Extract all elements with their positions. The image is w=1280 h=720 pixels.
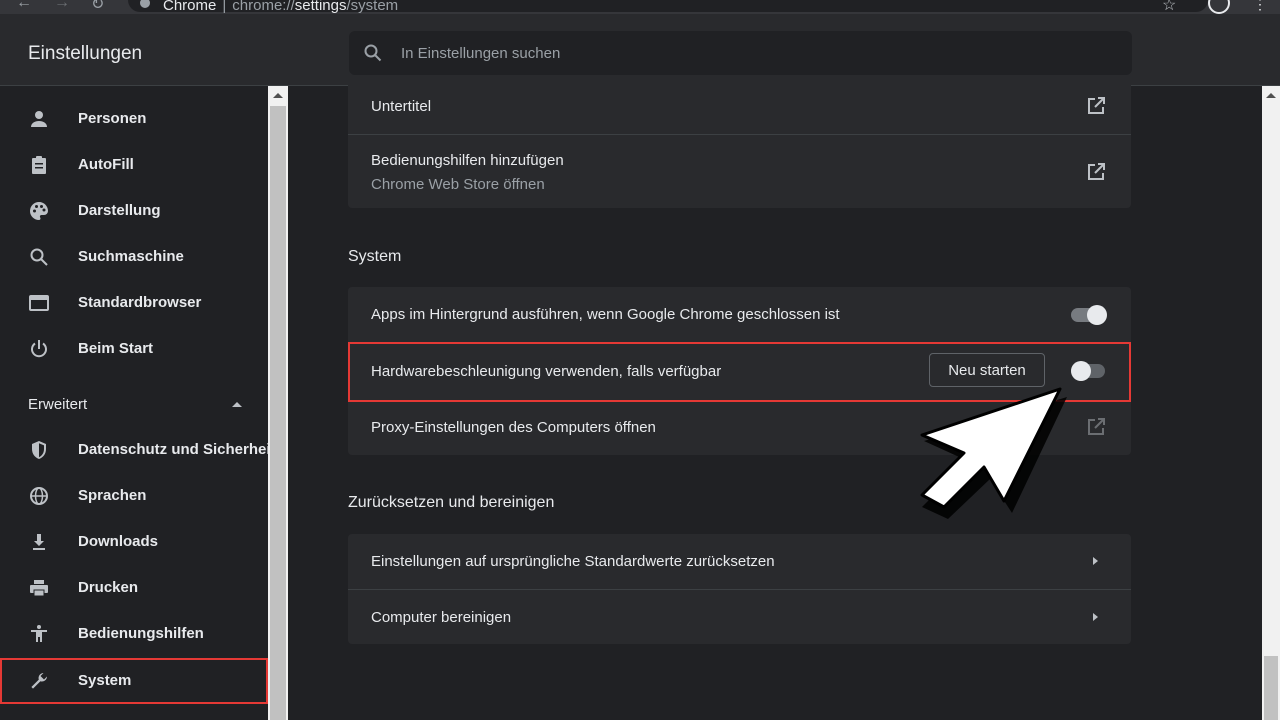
captions-row[interactable]: Untertitel bbox=[348, 78, 1131, 134]
sidebar: Personen AutoFill Darstellung Suchmaschi… bbox=[0, 86, 276, 720]
sidebar-item-label: Suchmaschine bbox=[78, 248, 184, 265]
shield-icon bbox=[32, 441, 46, 459]
hardware-acceleration-toggle[interactable] bbox=[1071, 361, 1107, 381]
chevron-right-icon bbox=[1093, 613, 1098, 621]
search-placeholder: In Einstellungen suchen bbox=[401, 45, 561, 62]
sidebar-item-label: Personen bbox=[78, 110, 147, 127]
url-text: chrome://settings/system bbox=[232, 0, 399, 14]
address-bar[interactable]: Chrome | chrome://settings/system bbox=[128, 0, 1208, 14]
scrollbar-thumb[interactable] bbox=[1264, 656, 1278, 720]
sidebar-item-standardbrowser[interactable]: Standardbrowser bbox=[0, 280, 268, 326]
chrome-icon bbox=[140, 0, 150, 8]
sidebar-item-label: Drucken bbox=[78, 579, 139, 596]
scroll-up-arrow-icon[interactable] bbox=[1266, 93, 1276, 98]
sidebar-item-label: Datenschutz und Sicherheit bbox=[78, 441, 276, 458]
search-icon bbox=[364, 44, 382, 62]
sidebar-item-label: System bbox=[78, 672, 132, 689]
cleanup-computer-row[interactable]: Computer bereinigen bbox=[348, 589, 1131, 644]
sidebar-item-sprachen[interactable]: Sprachen bbox=[0, 473, 268, 519]
reset-card: Einstellungen auf ursprüngliche Standard… bbox=[348, 534, 1131, 644]
pointer-arrow-icon bbox=[920, 387, 1067, 519]
browser-window-icon bbox=[29, 295, 49, 311]
power-icon bbox=[31, 340, 47, 358]
add-accessibility-row[interactable]: Bedienungshilfen hinzufügen Chrome Web S… bbox=[348, 134, 1131, 208]
sidebar-item-darstellung[interactable]: Darstellung bbox=[0, 188, 268, 234]
settings-header: Einstellungen In Einstellungen suchen bbox=[0, 14, 1280, 86]
main-scrollbar[interactable] bbox=[1262, 86, 1280, 720]
restart-button[interactable]: Neu starten bbox=[929, 353, 1045, 387]
sidebar-item-suchmaschine[interactable]: Suchmaschine bbox=[0, 234, 268, 280]
palette-icon bbox=[30, 202, 48, 220]
forward-icon[interactable]: → bbox=[54, 0, 70, 12]
background-apps-row[interactable]: Apps im Hintergrund ausführen, wenn Goog… bbox=[348, 287, 1131, 342]
sidebar-item-label: Sprachen bbox=[78, 487, 147, 504]
row-title: Untertitel bbox=[371, 98, 432, 115]
sidebar-item-label: Bedienungshilfen bbox=[78, 625, 204, 642]
browser-toolbar: ← → ↻ Chrome | chrome://settings/system ☆ … bbox=[0, 0, 1280, 14]
clipboard-icon bbox=[32, 156, 46, 174]
person-icon bbox=[31, 111, 47, 127]
row-title: Bedienungshilfen hinzufügen bbox=[371, 152, 564, 169]
sidebar-item-label: Downloads bbox=[78, 533, 159, 550]
section-title-reset: Zurücksetzen und bereinigen bbox=[348, 494, 555, 511]
open-external-icon[interactable] bbox=[1087, 97, 1105, 115]
open-external-icon[interactable] bbox=[1087, 418, 1105, 436]
accessibility-icon bbox=[31, 625, 47, 642]
scroll-up-arrow-icon[interactable] bbox=[273, 93, 283, 98]
wrench-icon bbox=[31, 673, 47, 689]
background-apps-toggle[interactable] bbox=[1071, 305, 1107, 325]
sidebar-item-label: AutoFill bbox=[78, 156, 134, 173]
tab-title: Chrome bbox=[163, 0, 217, 14]
open-external-icon[interactable] bbox=[1087, 163, 1105, 181]
row-title: Einstellungen auf ursprüngliche Standard… bbox=[371, 553, 775, 570]
reset-settings-row[interactable]: Einstellungen auf ursprüngliche Standard… bbox=[348, 534, 1131, 589]
sidebar-item-personen[interactable]: Personen bbox=[0, 96, 268, 142]
sidebar-item-label: Standardbrowser bbox=[78, 294, 202, 311]
row-title: Hardwarebeschleunigung verwenden, falls … bbox=[371, 363, 722, 380]
printer-icon bbox=[30, 580, 48, 597]
sidebar-item-autofill[interactable]: AutoFill bbox=[0, 142, 268, 188]
sidebar-item-label: Darstellung bbox=[78, 202, 161, 219]
back-icon[interactable]: ← bbox=[16, 0, 32, 12]
toggle-knob bbox=[1071, 361, 1091, 381]
search-icon bbox=[30, 248, 48, 266]
advanced-section-header[interactable]: Erweitert bbox=[28, 396, 87, 413]
sidebar-item-beim-start[interactable]: Beim Start bbox=[0, 326, 268, 372]
account-icon[interactable] bbox=[1208, 0, 1230, 14]
sidebar-item-downloads[interactable]: Downloads bbox=[0, 519, 268, 565]
sidebar-item-label: Beim Start bbox=[78, 340, 154, 357]
download-icon bbox=[33, 534, 45, 550]
accessibility-card: Untertitel Bedienungshilfen hinzufügen C… bbox=[348, 78, 1131, 208]
row-title: Proxy-Einstellungen des Computers öffnen bbox=[371, 419, 656, 436]
menu-icon[interactable]: ⋮ bbox=[1253, 0, 1267, 13]
sidebar-scrollbar[interactable] bbox=[268, 86, 288, 720]
row-title: Apps im Hintergrund ausführen, wenn Goog… bbox=[371, 306, 840, 323]
section-title-system: System bbox=[348, 248, 402, 265]
toggle-knob bbox=[1087, 305, 1107, 325]
row-subtitle: Chrome Web Store öffnen bbox=[371, 176, 545, 193]
sidebar-item-bedienungshilfen[interactable]: Bedienungshilfen bbox=[0, 611, 268, 657]
scrollbar-thumb[interactable] bbox=[270, 106, 286, 720]
row-title: Computer bereinigen bbox=[371, 609, 512, 626]
globe-icon bbox=[30, 487, 48, 505]
sidebar-item-drucken[interactable]: Drucken bbox=[0, 565, 268, 611]
search-input[interactable]: In Einstellungen suchen bbox=[349, 31, 1132, 75]
sidebar-item-system[interactable]: System bbox=[0, 658, 268, 704]
bookmark-star-icon[interactable]: ☆ bbox=[1162, 0, 1176, 14]
sidebar-item-datenschutz[interactable]: Datenschutz und Sicherheit bbox=[0, 427, 276, 473]
collapse-caret-icon[interactable] bbox=[232, 402, 242, 407]
reload-icon[interactable]: ↻ bbox=[91, 0, 104, 14]
chevron-right-icon bbox=[1093, 557, 1098, 565]
page-title: Einstellungen bbox=[28, 43, 143, 64]
